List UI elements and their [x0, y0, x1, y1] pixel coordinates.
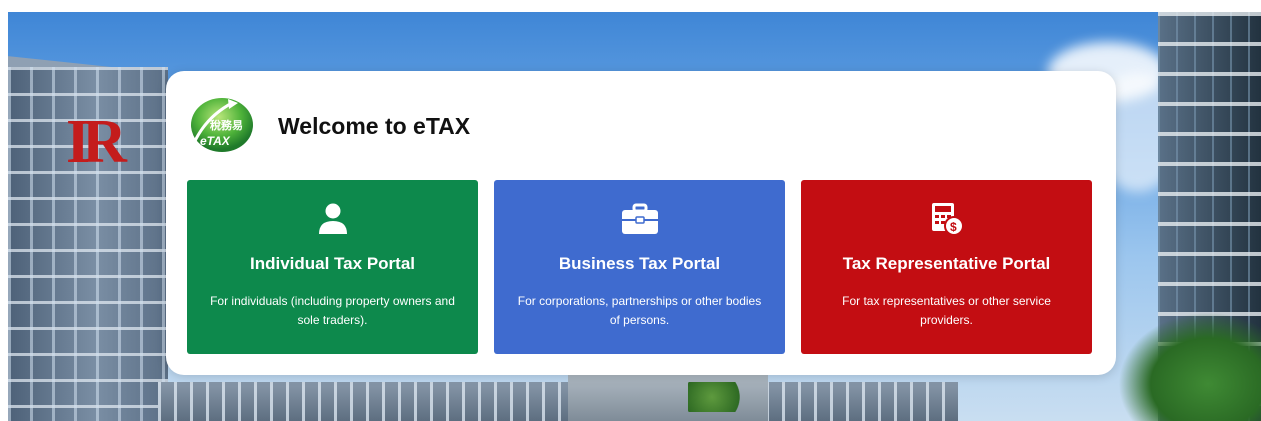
business-tax-portal-button[interactable]: Business Tax Portal For corporations, pa… — [494, 180, 785, 354]
portal-description: For individuals (including property owne… — [210, 294, 455, 327]
portal-description: For tax representatives or other service… — [842, 294, 1051, 327]
logo-chinese-text: 稅務易 — [210, 118, 243, 132]
portal-description: For corporations, partnerships or other … — [517, 294, 762, 327]
svg-text:$: $ — [950, 220, 957, 234]
portal-title: Business Tax Portal — [558, 254, 721, 273]
page-title: Welcome to eTAX — [278, 113, 471, 139]
tax-representative-portal-button[interactable]: $ Tax Representative Portal For tax repr… — [801, 180, 1092, 354]
building-low — [158, 382, 958, 421]
person-icon — [187, 202, 478, 236]
portal-title: Tax Representative Portal — [842, 254, 1051, 273]
welcome-card: 稅務易 eTAX Welcome to eTAX Individual Tax … — [166, 71, 1116, 375]
building-ir-logo: IR — [66, 108, 127, 176]
briefcase-icon — [494, 202, 785, 236]
individual-tax-portal-button[interactable]: Individual Tax Portal For individuals (i… — [187, 180, 478, 354]
calculator-money-icon: $ — [801, 202, 1092, 236]
greenery — [688, 382, 748, 412]
logo-english-text: eTAX — [200, 134, 231, 148]
tree — [1118, 312, 1261, 421]
etax-logo-icon: 稅務易 eTAX — [188, 95, 254, 153]
portal-title: Individual Tax Portal — [250, 254, 415, 273]
